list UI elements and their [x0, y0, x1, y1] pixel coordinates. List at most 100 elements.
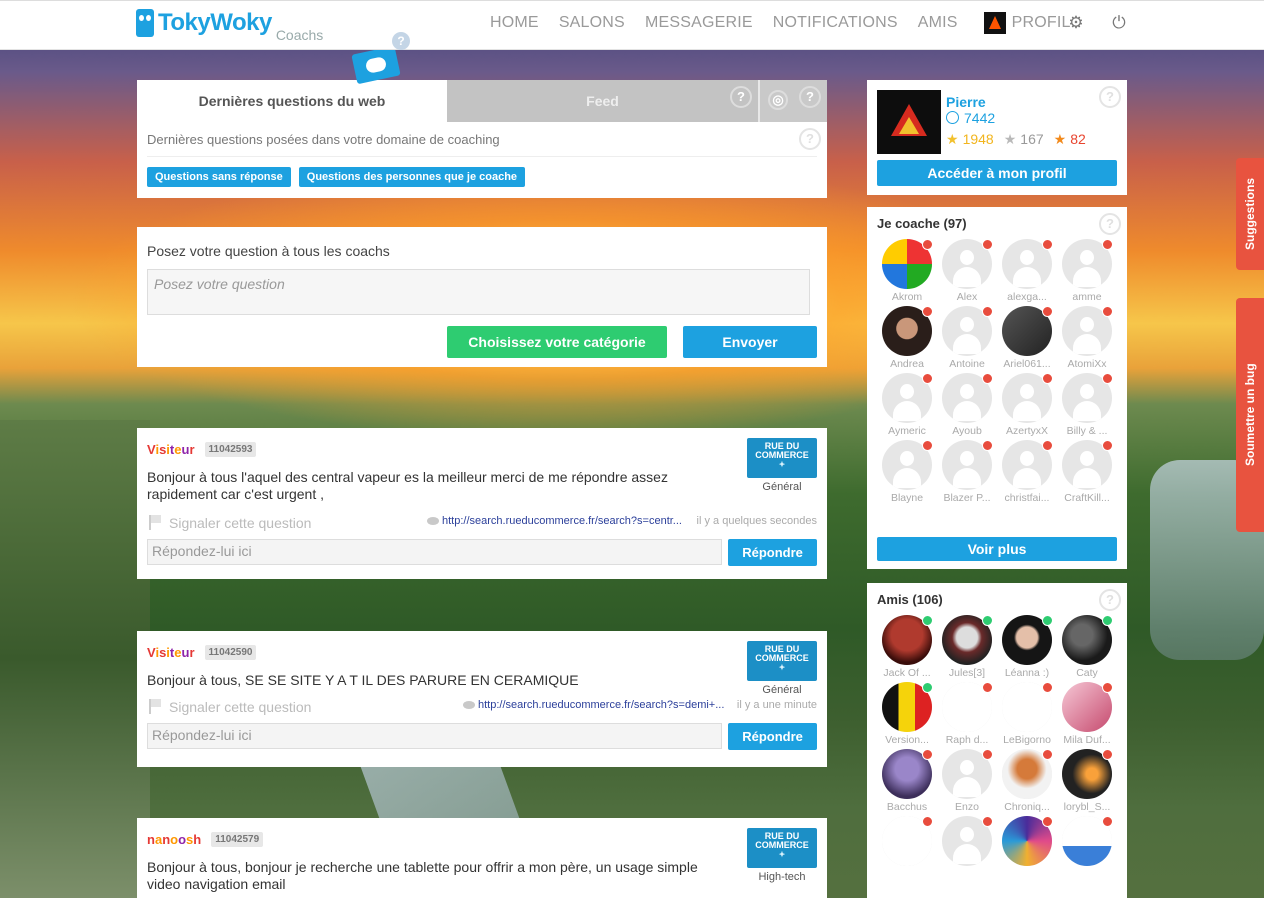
question-text: Bonjour à tous, bonjour je recherche une…: [147, 859, 698, 892]
filter-coached-button[interactable]: Questions des personnes que je coache: [298, 167, 526, 187]
silver-star-icon: ★: [1003, 131, 1017, 147]
avatar: [1062, 615, 1113, 665]
coach-person[interactable]: Ayoub: [937, 373, 997, 437]
coach-person[interactable]: amme: [1057, 239, 1117, 303]
friends-person[interactable]: [937, 816, 997, 868]
coach-person[interactable]: Akrom: [877, 239, 937, 303]
person-name: alexga...: [1007, 291, 1047, 303]
coach-person[interactable]: Aymeric: [877, 373, 937, 437]
coach-person[interactable]: Ariel061...: [997, 306, 1057, 370]
person-name: LeBigorno: [1003, 734, 1051, 746]
tab-web-questions[interactable]: Dernières questions du web: [137, 80, 447, 122]
person-name: Blazer P...: [943, 492, 991, 504]
brand-logo[interactable]: TokyWoky Coachs: [136, 9, 323, 43]
tab-feed[interactable]: Feed ?: [447, 80, 758, 122]
friends-person[interactable]: Jules[3]: [937, 615, 997, 679]
friends-person[interactable]: [997, 816, 1057, 868]
friends-person[interactable]: Chroniq...: [997, 749, 1057, 813]
nav-notifications[interactable]: NOTIFICATIONS: [773, 14, 898, 32]
see-more-button[interactable]: Voir plus: [877, 537, 1117, 561]
coach-person[interactable]: Blayne: [877, 440, 937, 504]
choose-category-button[interactable]: Choisissez votre catégorie: [447, 326, 667, 358]
coach-person[interactable]: Antoine: [937, 306, 997, 370]
gear-icon[interactable]: ⚙: [1066, 13, 1086, 33]
nav-profil[interactable]: PROFIL: [983, 12, 1071, 34]
offline-status-dot: [1102, 749, 1113, 760]
question-category: High-tech: [758, 871, 806, 883]
brand-sub: Coachs: [275, 27, 324, 43]
profile-avatar[interactable]: [877, 90, 941, 154]
offline-status-dot: [922, 373, 933, 384]
profile-name[interactable]: Pierre: [946, 94, 986, 110]
report-link[interactable]: Signaler cette question: [169, 699, 311, 715]
help-icon[interactable]: ?: [1099, 86, 1121, 108]
flag-icon[interactable]: [149, 515, 161, 530]
help-icon[interactable]: ?: [1099, 213, 1121, 235]
friends-person[interactable]: Caty: [1057, 615, 1117, 679]
reply-button[interactable]: Répondre: [728, 539, 817, 566]
avatar: [1002, 440, 1053, 490]
coach-person[interactable]: christfai...: [997, 440, 1057, 504]
friends-person[interactable]: Jack Of ...: [877, 615, 937, 679]
power-icon[interactable]: ⏻: [1109, 13, 1129, 33]
question-category: Général: [762, 684, 802, 696]
reply-button[interactable]: Répondre: [728, 723, 817, 750]
help-icon[interactable]: ?: [799, 128, 821, 150]
source-link[interactable]: http://search.rueducommerce.fr/search?s=…: [463, 699, 724, 711]
help-icon[interactable]: ?: [799, 86, 821, 108]
friends-person[interactable]: Version...: [877, 682, 937, 746]
filter-unanswered-button[interactable]: Questions sans réponse: [147, 167, 291, 187]
nav-salons[interactable]: SALONS: [559, 14, 625, 32]
coach-person[interactable]: Billy & ...: [1057, 373, 1117, 437]
nav-messagerie[interactable]: MESSAGERIE: [645, 14, 753, 32]
person-name: AtomiXx: [1067, 358, 1107, 370]
friends-person[interactable]: [877, 816, 937, 868]
coach-person[interactable]: AtomiXx: [1057, 306, 1117, 370]
coach-person[interactable]: Blazer P...: [937, 440, 997, 504]
friends-person[interactable]: lorybl_S...: [1057, 749, 1117, 813]
offline-status-dot: [922, 239, 933, 250]
offline-status-dot: [922, 440, 933, 451]
person-name: Ariel061...: [1003, 358, 1051, 370]
question-user[interactable]: nanoosh: [147, 832, 201, 847]
tab-extra[interactable]: ◎ ?: [758, 80, 827, 122]
reply-input[interactable]: Répondez-lui ici: [147, 723, 723, 749]
source-link[interactable]: http://search.rueducommerce.fr/search?s=…: [427, 515, 682, 527]
reply-input[interactable]: Répondez-lui ici: [147, 539, 723, 565]
help-icon[interactable]: ?: [1099, 589, 1121, 611]
flag-icon[interactable]: [149, 699, 161, 714]
profile-button[interactable]: Accéder à mon profil: [877, 160, 1117, 186]
eye-icon: [463, 701, 475, 710]
question-user[interactable]: Visiteur: [147, 442, 195, 457]
tokywoky-widget-icon[interactable]: [351, 45, 401, 85]
friends-person[interactable]: Mila Duf...: [1057, 682, 1117, 746]
coach-person[interactable]: CraftKill...: [1057, 440, 1117, 504]
report-bug-tab[interactable]: Soumettre un bug: [1236, 298, 1264, 532]
friends-person[interactable]: Enzo: [937, 749, 997, 813]
report-link[interactable]: Signaler cette question: [169, 515, 311, 531]
avatar: [1002, 749, 1053, 799]
offline-status-dot: [1042, 306, 1053, 317]
person-name: Jack Of ...: [883, 667, 931, 679]
help-icon[interactable]: ?: [392, 32, 410, 50]
coach-person[interactable]: AzertyxX: [997, 373, 1057, 437]
offline-status-dot: [1102, 440, 1113, 451]
send-button[interactable]: Envoyer: [683, 326, 817, 358]
question-input[interactable]: Posez votre question: [147, 269, 810, 315]
friends-person[interactable]: LeBigorno: [997, 682, 1057, 746]
coach-person[interactable]: Andrea: [877, 306, 937, 370]
person-name: amme: [1072, 291, 1102, 303]
rueducommerce-logo: RUE DU COMMERCE ✦: [747, 828, 817, 868]
nav-amis[interactable]: AMIS: [918, 14, 958, 32]
friends-person[interactable]: Bacchus: [877, 749, 937, 813]
friends-person[interactable]: Raph d...: [937, 682, 997, 746]
question-user[interactable]: Visiteur: [147, 645, 195, 660]
coach-person[interactable]: Alex: [937, 239, 997, 303]
coach-person[interactable]: alexga...: [997, 239, 1057, 303]
friends-person[interactable]: [1057, 816, 1117, 868]
nav-home[interactable]: HOME: [490, 14, 539, 32]
suggestions-tab[interactable]: Suggestions: [1236, 158, 1264, 270]
friends-person[interactable]: Léanna :): [997, 615, 1057, 679]
avatar: [942, 373, 993, 423]
help-icon[interactable]: ?: [730, 86, 752, 108]
